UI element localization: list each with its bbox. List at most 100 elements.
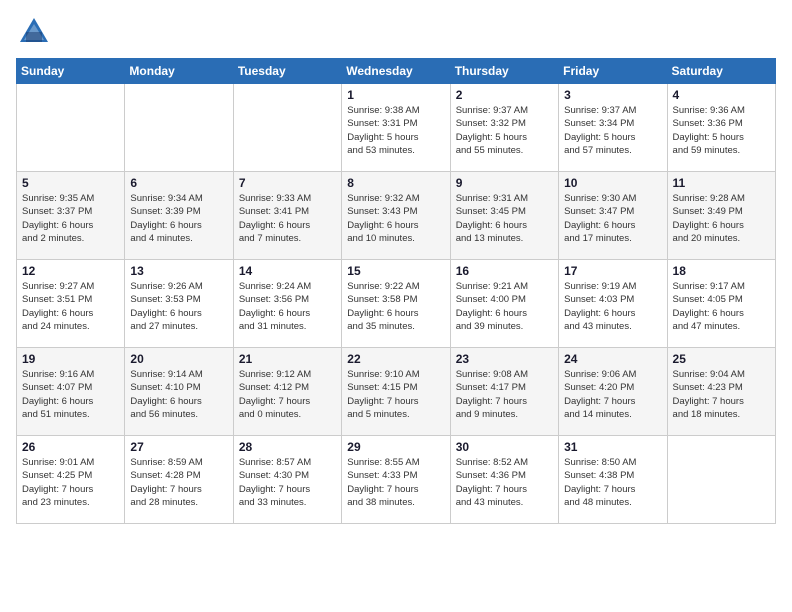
calendar-week-row: 12 Sunrise: 9:27 AM Sunset: 3:51 PM Dayli… (17, 260, 776, 348)
logo (16, 14, 56, 50)
day-number: 31 (564, 440, 661, 454)
day-number: 22 (347, 352, 444, 366)
calendar-cell (233, 84, 341, 172)
calendar-cell: 26 Sunrise: 9:01 AM Sunset: 4:25 PM Dayli… (17, 436, 125, 524)
day-number: 8 (347, 176, 444, 190)
day-info: Sunrise: 9:01 AM Sunset: 4:25 PM Dayligh… (22, 456, 119, 509)
day-info: Sunrise: 9:27 AM Sunset: 3:51 PM Dayligh… (22, 280, 119, 333)
calendar-cell (667, 436, 775, 524)
day-number: 30 (456, 440, 553, 454)
calendar-cell: 14 Sunrise: 9:24 AM Sunset: 3:56 PM Dayli… (233, 260, 341, 348)
day-info: Sunrise: 9:04 AM Sunset: 4:23 PM Dayligh… (673, 368, 770, 421)
day-number: 12 (22, 264, 119, 278)
day-number: 27 (130, 440, 227, 454)
calendar-header-wednesday: Wednesday (342, 59, 450, 84)
calendar-cell: 19 Sunrise: 9:16 AM Sunset: 4:07 PM Dayli… (17, 348, 125, 436)
calendar-cell: 12 Sunrise: 9:27 AM Sunset: 3:51 PM Dayli… (17, 260, 125, 348)
calendar-cell: 24Sunrise: 9:06 AM Sunset: 4:20 PM Dayli… (559, 348, 667, 436)
logo-icon (16, 14, 52, 50)
calendar-cell: 17 Sunrise: 9:19 AM Sunset: 4:03 PM Dayli… (559, 260, 667, 348)
day-info: Sunrise: 9:33 AM Sunset: 3:41 PM Dayligh… (239, 192, 336, 245)
day-info: Sunrise: 8:59 AM Sunset: 4:28 PM Dayligh… (130, 456, 227, 509)
calendar-header-monday: Monday (125, 59, 233, 84)
day-info: Sunrise: 9:10 AM Sunset: 4:15 PM Dayligh… (347, 368, 444, 421)
calendar-header-sunday: Sunday (17, 59, 125, 84)
page: SundayMondayTuesdayWednesdayThursdayFrid… (0, 0, 792, 612)
day-number: 5 (22, 176, 119, 190)
day-info: Sunrise: 9:24 AM Sunset: 3:56 PM Dayligh… (239, 280, 336, 333)
day-info: Sunrise: 9:19 AM Sunset: 4:03 PM Dayligh… (564, 280, 661, 333)
calendar-cell: 6Sunrise: 9:34 AM Sunset: 3:39 PM Daylig… (125, 172, 233, 260)
calendar-cell: 18Sunrise: 9:17 AM Sunset: 4:05 PM Dayli… (667, 260, 775, 348)
calendar-cell: 31 Sunrise: 8:50 AM Sunset: 4:38 PM Dayli… (559, 436, 667, 524)
day-number: 1 (347, 88, 444, 102)
calendar-cell: 27 Sunrise: 8:59 AM Sunset: 4:28 PM Dayli… (125, 436, 233, 524)
calendar-week-row: 5 Sunrise: 9:35 AM Sunset: 3:37 PM Daylig… (17, 172, 776, 260)
calendar-week-row: 19 Sunrise: 9:16 AM Sunset: 4:07 PM Dayli… (17, 348, 776, 436)
day-number: 4 (673, 88, 770, 102)
day-info: Sunrise: 8:50 AM Sunset: 4:38 PM Dayligh… (564, 456, 661, 509)
day-number: 29 (347, 440, 444, 454)
day-number: 11 (673, 176, 770, 190)
day-info: Sunrise: 9:16 AM Sunset: 4:07 PM Dayligh… (22, 368, 119, 421)
calendar-cell (125, 84, 233, 172)
day-number: 9 (456, 176, 553, 190)
calendar-cell: 7 Sunrise: 9:33 AM Sunset: 3:41 PM Daylig… (233, 172, 341, 260)
calendar-cell (17, 84, 125, 172)
calendar-cell: 11 Sunrise: 9:28 AM Sunset: 3:49 PM Dayli… (667, 172, 775, 260)
calendar-cell: 22 Sunrise: 9:10 AM Sunset: 4:15 PM Dayli… (342, 348, 450, 436)
calendar-cell: 4 Sunrise: 9:36 AM Sunset: 3:36 PM Daylig… (667, 84, 775, 172)
day-number: 17 (564, 264, 661, 278)
calendar-cell: 29 Sunrise: 8:55 AM Sunset: 4:33 PM Dayli… (342, 436, 450, 524)
calendar-cell: 23Sunrise: 9:08 AM Sunset: 4:17 PM Dayli… (450, 348, 558, 436)
day-info: Sunrise: 8:57 AM Sunset: 4:30 PM Dayligh… (239, 456, 336, 509)
day-info: Sunrise: 9:08 AM Sunset: 4:17 PM Dayligh… (456, 368, 553, 421)
calendar-cell: 16 Sunrise: 9:21 AM Sunset: 4:00 PM Dayli… (450, 260, 558, 348)
calendar-cell: 10 Sunrise: 9:30 AM Sunset: 3:47 PM Dayli… (559, 172, 667, 260)
calendar-cell: 30 Sunrise: 8:52 AM Sunset: 4:36 PM Dayli… (450, 436, 558, 524)
day-info: Sunrise: 8:55 AM Sunset: 4:33 PM Dayligh… (347, 456, 444, 509)
day-number: 20 (130, 352, 227, 366)
day-info: Sunrise: 8:52 AM Sunset: 4:36 PM Dayligh… (456, 456, 553, 509)
calendar-week-row: 26 Sunrise: 9:01 AM Sunset: 4:25 PM Dayli… (17, 436, 776, 524)
day-number: 7 (239, 176, 336, 190)
day-info: Sunrise: 9:26 AM Sunset: 3:53 PM Dayligh… (130, 280, 227, 333)
day-info: Sunrise: 9:36 AM Sunset: 3:36 PM Dayligh… (673, 104, 770, 157)
day-number: 14 (239, 264, 336, 278)
day-number: 25 (673, 352, 770, 366)
day-info: Sunrise: 9:32 AM Sunset: 3:43 PM Dayligh… (347, 192, 444, 245)
calendar-header-row: SundayMondayTuesdayWednesdayThursdayFrid… (17, 59, 776, 84)
header (16, 10, 776, 50)
day-number: 16 (456, 264, 553, 278)
calendar-cell: 3Sunrise: 9:37 AM Sunset: 3:34 PM Daylig… (559, 84, 667, 172)
day-number: 28 (239, 440, 336, 454)
day-number: 26 (22, 440, 119, 454)
day-number: 24 (564, 352, 661, 366)
calendar-cell: 21 Sunrise: 9:12 AM Sunset: 4:12 PM Dayli… (233, 348, 341, 436)
day-number: 6 (130, 176, 227, 190)
calendar-cell: 13 Sunrise: 9:26 AM Sunset: 3:53 PM Dayli… (125, 260, 233, 348)
day-number: 13 (130, 264, 227, 278)
calendar-cell: 1 Sunrise: 9:38 AM Sunset: 3:31 PM Daylig… (342, 84, 450, 172)
day-number: 15 (347, 264, 444, 278)
day-number: 21 (239, 352, 336, 366)
calendar-cell: 15Sunrise: 9:22 AM Sunset: 3:58 PM Dayli… (342, 260, 450, 348)
day-number: 2 (456, 88, 553, 102)
day-info: Sunrise: 9:12 AM Sunset: 4:12 PM Dayligh… (239, 368, 336, 421)
day-info: Sunrise: 9:38 AM Sunset: 3:31 PM Dayligh… (347, 104, 444, 157)
calendar-cell: 2Sunrise: 9:37 AM Sunset: 3:32 PM Daylig… (450, 84, 558, 172)
day-info: Sunrise: 9:35 AM Sunset: 3:37 PM Dayligh… (22, 192, 119, 245)
day-number: 18 (673, 264, 770, 278)
calendar-table: SundayMondayTuesdayWednesdayThursdayFrid… (16, 58, 776, 524)
day-number: 10 (564, 176, 661, 190)
day-info: Sunrise: 9:21 AM Sunset: 4:00 PM Dayligh… (456, 280, 553, 333)
calendar-cell: 9 Sunrise: 9:31 AM Sunset: 3:45 PM Daylig… (450, 172, 558, 260)
calendar-header-friday: Friday (559, 59, 667, 84)
day-info: Sunrise: 9:30 AM Sunset: 3:47 PM Dayligh… (564, 192, 661, 245)
calendar-cell: 25 Sunrise: 9:04 AM Sunset: 4:23 PM Dayli… (667, 348, 775, 436)
calendar-cell: 28 Sunrise: 8:57 AM Sunset: 4:30 PM Dayli… (233, 436, 341, 524)
day-number: 19 (22, 352, 119, 366)
day-info: Sunrise: 9:28 AM Sunset: 3:49 PM Dayligh… (673, 192, 770, 245)
day-info: Sunrise: 9:31 AM Sunset: 3:45 PM Dayligh… (456, 192, 553, 245)
calendar-cell: 5 Sunrise: 9:35 AM Sunset: 3:37 PM Daylig… (17, 172, 125, 260)
